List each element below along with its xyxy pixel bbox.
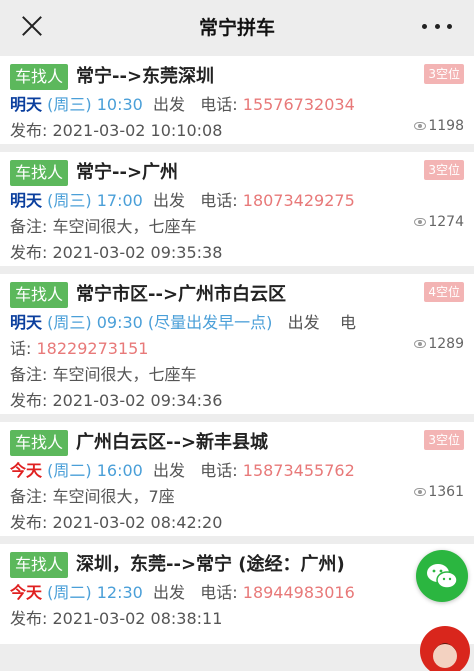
weekday: (周三) (47, 191, 92, 210)
depart-label: 出发 (287, 313, 320, 332)
seats-badge: 3空位 (424, 64, 464, 84)
depart-label: 出发 (152, 583, 185, 602)
post-card[interactable]: 车找人 常宁市区-->广州市白云区 4空位 明天 (周三) 09:30 (尽量出… (0, 274, 474, 414)
phone-number[interactable]: 15873455762 (243, 461, 355, 480)
post-list: 车找人 常宁-->东莞深圳 3空位 明天 (周三) 10:30 出发 电话: 1… (0, 52, 474, 644)
avatar-icon (433, 643, 457, 668)
route: 深圳，东莞-->常宁 (途经：广州) (76, 554, 345, 575)
route: 广州白云区-->新丰县城 (76, 432, 269, 453)
phone-label: 电 (340, 313, 357, 332)
day: 明天 (10, 191, 43, 210)
eye-icon (414, 340, 427, 348)
post-card[interactable]: 车找人 常宁-->广州 3空位 明天 (周三) 17:00 出发 电话: 180… (0, 152, 474, 266)
phone-number[interactable]: 18229273151 (37, 339, 149, 358)
weekday: (周三) (47, 313, 92, 332)
view-count: 1198 (414, 118, 464, 134)
phone-label-continued: 话: (10, 339, 32, 358)
eye-icon (414, 122, 427, 130)
route: 常宁-->东莞深圳 (76, 66, 215, 87)
weekday: (周二) (47, 461, 92, 480)
eye-icon (414, 488, 427, 496)
phone-number[interactable]: 18944983016 (243, 583, 355, 602)
post-type-badge: 车找人 (10, 552, 69, 578)
post-card[interactable]: 车找人 常宁-->东莞深圳 3空位 明天 (周三) 10:30 出发 电话: 1… (0, 56, 474, 144)
time: 16:00 (96, 461, 143, 480)
post-type-badge: 车找人 (10, 160, 69, 186)
day: 今天 (10, 583, 43, 602)
weekday: (周三) (47, 95, 92, 114)
published-time: 发布: 2021-03-02 09:35:38 (10, 243, 223, 262)
weekday: (周二) (47, 583, 92, 602)
published-time: 发布: 2021-03-02 09:34:36 (10, 391, 223, 410)
depart-label: 出发 (152, 95, 185, 114)
phone-label: 电话: (200, 583, 238, 602)
post-type-badge: 车找人 (10, 282, 69, 308)
note: 备注: 车空间很大，七座车 (10, 217, 197, 236)
time: 09:30 (尽量出发早一点) (96, 313, 273, 332)
seats-badge: 3空位 (424, 430, 464, 450)
note: 备注: 车空间很大，7座 (10, 487, 175, 506)
wechat-icon (427, 564, 458, 589)
phone-number[interactable]: 18073429275 (243, 191, 355, 210)
seats-badge: 3空位 (424, 160, 464, 180)
time: 17:00 (96, 191, 143, 210)
post-card[interactable]: 车找人 广州白云区-->新丰县城 3空位 今天 (周二) 16:00 出发 电话… (0, 422, 474, 536)
wechat-share-button[interactable] (416, 550, 468, 602)
depart-label: 出发 (152, 191, 185, 210)
note: 备注: 车空间很大，七座车 (10, 365, 197, 384)
view-count: 1274 (414, 214, 464, 230)
phone-number[interactable]: 15576732034 (243, 95, 355, 114)
phone-label: 电话: (200, 461, 238, 480)
view-count: 1289 (414, 336, 464, 352)
route: 常宁市区-->广州市白云区 (76, 284, 287, 305)
post-type-badge: 车找人 (10, 430, 69, 456)
page-title: 常宁拼车 (198, 17, 275, 39)
day: 明天 (10, 313, 43, 332)
view-count: 1361 (414, 484, 464, 500)
published-time: 发布: 2021-03-02 08:38:11 (10, 609, 223, 628)
published-time: 发布: 2021-03-02 10:10:08 (10, 121, 223, 140)
published-time: 发布: 2021-03-02 08:42:20 (10, 513, 223, 532)
day: 今天 (10, 461, 43, 480)
time: 10:30 (96, 95, 143, 114)
route: 常宁-->广州 (76, 162, 179, 183)
phone-label: 电话: (200, 191, 238, 210)
phone-label: 电话: (200, 95, 238, 114)
top-bar: 常宁拼车 (0, 0, 474, 52)
eye-icon (414, 218, 427, 226)
day: 明天 (10, 95, 43, 114)
seats-badge: 4空位 (424, 282, 464, 302)
time: 12:30 (96, 583, 143, 602)
depart-label: 出发 (152, 461, 185, 480)
avatar[interactable] (420, 626, 470, 671)
more-icon[interactable] (422, 14, 452, 38)
post-type-badge: 车找人 (10, 64, 69, 90)
post-card[interactable]: 车找人 深圳，东莞-->常宁 (途经：广州) 今天 (周二) 12:30 出发 … (0, 544, 474, 644)
